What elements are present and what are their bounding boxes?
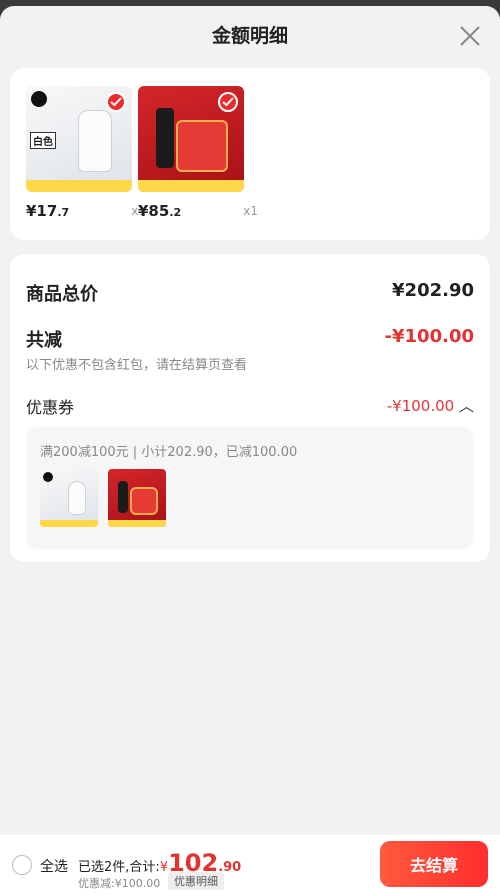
price-decimal: .2 bbox=[169, 206, 182, 219]
coupon-value[interactable]: -¥100.00 ︿ bbox=[387, 395, 474, 416]
amount-detail-sheet: 金额明细 白色 ¥17.7 x1 ¥85.2 x1 商品总价 ¥202.90 共… bbox=[0, 6, 500, 895]
bottle-image bbox=[156, 108, 174, 168]
product-item[interactable]: 白色 ¥17.7 x1 bbox=[26, 86, 146, 220]
checkmark-icon[interactable] bbox=[106, 92, 126, 112]
select-all-radio[interactable] bbox=[12, 855, 32, 875]
product-price: ¥85.2 bbox=[138, 202, 181, 220]
reduction-note: 以下优惠不包含红包，请在结算页查看 bbox=[26, 358, 248, 373]
coupon-label: 优惠券 bbox=[26, 398, 75, 417]
select-all-label[interactable]: 全选 bbox=[40, 856, 68, 876]
total-price-row: 商品总价 ¥202.90 bbox=[26, 280, 474, 306]
selected-count-text: 已选2件,合计: bbox=[78, 860, 160, 875]
total-price-value: ¥202.90 bbox=[392, 280, 474, 301]
bottle-image bbox=[118, 481, 128, 513]
reduction-value: -¥100.00 bbox=[384, 326, 474, 347]
coupon-product-thumb bbox=[108, 469, 166, 527]
coupon-detail-text: 满200减100元 | 小计202.90，已减100.00 bbox=[40, 445, 298, 460]
coupon-amount: -¥100.00 bbox=[386, 397, 455, 415]
reduction-label: 共减 bbox=[26, 330, 62, 351]
coupon-product-thumb bbox=[40, 469, 98, 527]
brand-logo-icon bbox=[31, 91, 47, 107]
product-qty: x1 bbox=[243, 204, 258, 218]
product-item[interactable]: ¥85.2 x1 bbox=[138, 86, 258, 220]
bottle-image bbox=[78, 110, 112, 172]
total-currency: ¥ bbox=[159, 860, 169, 875]
product-image bbox=[138, 86, 244, 192]
checkout-button[interactable]: 去结算 bbox=[380, 841, 488, 887]
gift-box-image bbox=[176, 120, 228, 172]
checkmark-icon[interactable] bbox=[218, 92, 238, 112]
product-color-tag: 白色 bbox=[30, 132, 56, 149]
promo-strip bbox=[26, 180, 132, 192]
total-price-label: 商品总价 bbox=[26, 284, 98, 305]
price-main: ¥17 bbox=[26, 202, 58, 220]
promo-strip bbox=[108, 520, 166, 527]
price-summary-card: 商品总价 ¥202.90 共减 -¥100.00 以下优惠不包含红包，请在结算页… bbox=[10, 254, 490, 562]
product-price: ¥17.7 bbox=[26, 202, 69, 220]
sheet-header: 金额明细 bbox=[0, 6, 500, 66]
price-decimal: .7 bbox=[57, 206, 70, 219]
product-image: 白色 bbox=[26, 86, 132, 192]
products-card: 白色 ¥17.7 x1 ¥85.2 x1 bbox=[10, 68, 490, 240]
sheet-title: 金额明细 bbox=[211, 25, 288, 47]
discount-text: 优惠减:¥100.00 bbox=[78, 877, 161, 890]
gift-box-image bbox=[130, 487, 158, 515]
close-icon[interactable] bbox=[458, 24, 482, 48]
bottle-image bbox=[68, 481, 86, 515]
price-main: ¥85 bbox=[138, 202, 170, 220]
checkout-bar: 全选 已选2件,合计:¥102.90 优惠减:¥100.00 优惠明细 去结算 bbox=[0, 835, 500, 895]
brand-logo-icon bbox=[43, 472, 53, 482]
reduction-row: 共减 -¥100.00 bbox=[26, 326, 474, 352]
coupon-detail-box: 满200减100元 | 小计202.90，已减100.00 bbox=[26, 427, 474, 549]
reduction-note-row: 以下优惠不包含红包，请在结算页查看 bbox=[26, 354, 474, 373]
coupon-row[interactable]: 优惠券 -¥100.00 ︿ bbox=[26, 394, 474, 418]
discount-detail-button[interactable]: 优惠明细 bbox=[168, 872, 224, 890]
promo-strip bbox=[138, 180, 244, 192]
chevron-up-icon: ︿ bbox=[458, 397, 474, 415]
promo-strip bbox=[40, 520, 98, 527]
